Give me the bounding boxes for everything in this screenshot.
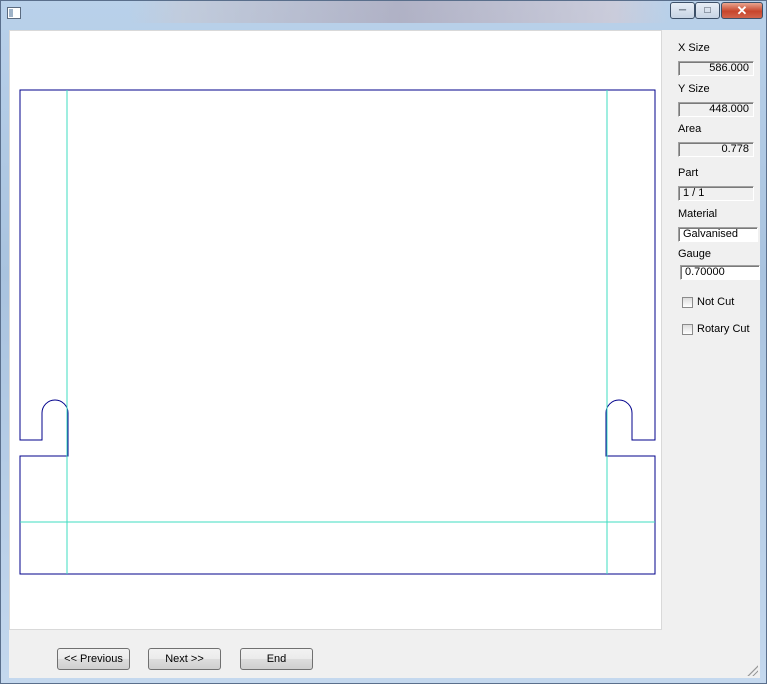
not-cut-label: Not Cut	[697, 296, 735, 308]
x-size-field: 586.000	[678, 61, 754, 76]
rotary-cut-label: Rotary Cut	[697, 323, 750, 335]
part-drawing	[19, 89, 656, 575]
not-cut-checkbox[interactable]: Not Cut	[682, 296, 734, 308]
x-size-label: X Size	[678, 42, 710, 54]
title-area	[129, 1, 669, 23]
y-size-label: Y Size	[678, 83, 710, 95]
gauge-label: Gauge	[678, 248, 712, 260]
client-area: X Size 586.000 Y Size 448.000 Area 0.778…	[9, 30, 760, 678]
window-icon[interactable]	[7, 7, 21, 19]
close-icon[interactable]: ✕	[721, 2, 763, 19]
not-cut-checkbox-box[interactable]	[682, 296, 693, 308]
part-label: Part	[678, 167, 699, 179]
properties-panel: X Size 586.000 Y Size 448.000 Area 0.778…	[664, 30, 760, 650]
next-button[interactable]: Next >>	[148, 648, 221, 670]
y-size-field: 448.000	[678, 102, 754, 117]
gauge-field[interactable]: 0.70000	[680, 265, 760, 280]
part-field: 1 / 1	[678, 186, 754, 201]
end-button[interactable]: End	[240, 648, 313, 670]
part-outline	[19, 89, 656, 575]
material-label: Material	[678, 208, 718, 220]
rotary-cut-checkbox-box[interactable]	[682, 323, 693, 335]
minimize-icon[interactable]: ─	[670, 2, 695, 19]
resize-grip-icon[interactable]	[746, 664, 758, 676]
app-window: ─ □ ✕ X Size 586.000 Y Size 448.000 Area…	[0, 0, 767, 684]
title-bar: ─ □ ✕	[1, 1, 766, 25]
area-label: Area	[678, 123, 702, 135]
part-preview-canvas	[9, 30, 662, 630]
material-field[interactable]: Galvanised	[678, 227, 758, 242]
maximize-icon[interactable]: □	[695, 2, 720, 19]
rotary-cut-checkbox[interactable]: Rotary Cut	[682, 323, 750, 335]
previous-button[interactable]: << Previous	[57, 648, 130, 670]
area-field: 0.778	[678, 142, 754, 157]
